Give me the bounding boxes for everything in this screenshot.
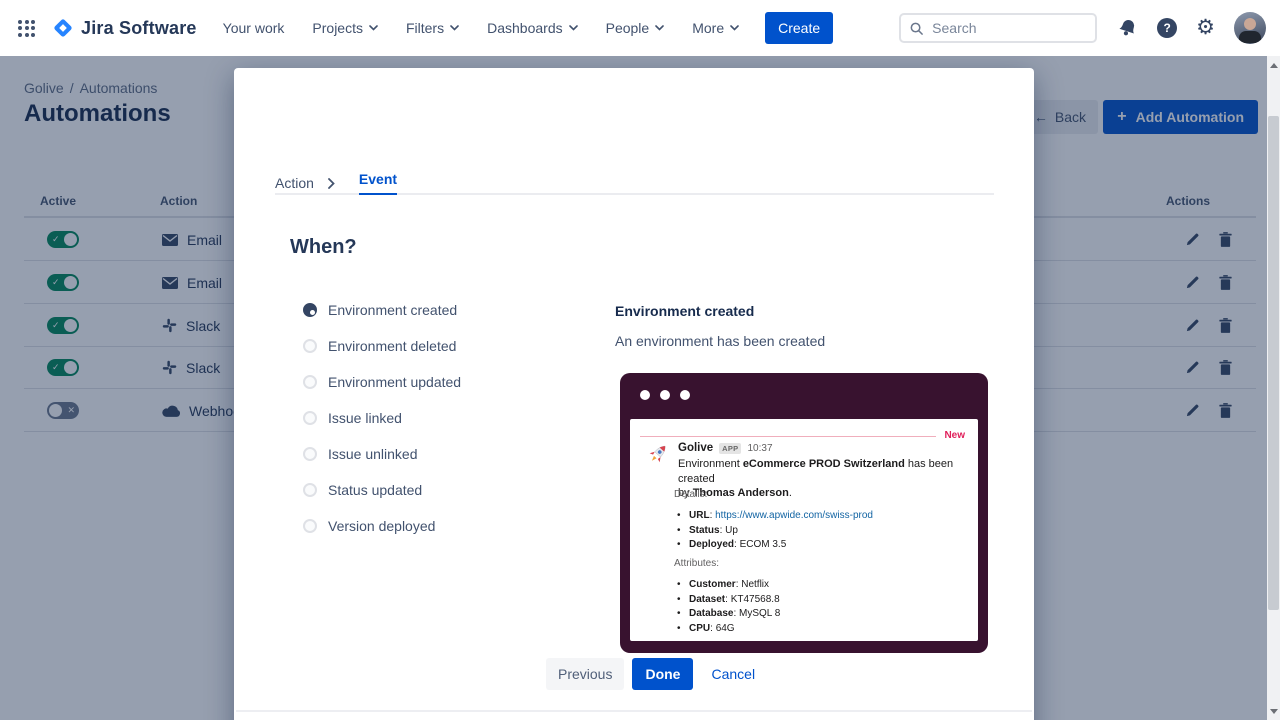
- add-automation-modal: Action Event When? Environment created E…: [234, 68, 1034, 720]
- chevron-down-icon: [450, 25, 459, 31]
- event-title: Environment created: [615, 303, 754, 319]
- list-item: Database: MySQL 8: [677, 607, 780, 622]
- radio-icon[interactable]: [303, 411, 317, 425]
- notifications-icon[interactable]: [1117, 18, 1138, 39]
- chevron-down-icon: [730, 25, 739, 31]
- list-item: Dataset: KT47568.8: [677, 593, 780, 608]
- jira-app: Jira Software Your work Projects Filters…: [0, 0, 1280, 720]
- modal-heading: When?: [290, 236, 357, 259]
- event-options-list: Environment created Environment deleted …: [303, 292, 461, 544]
- wizard-steps: Action Event: [275, 171, 397, 195]
- radio-status-updated[interactable]: Status updated: [303, 472, 461, 508]
- primary-nav: Your work Projects Filters Dashboards Pe…: [223, 20, 739, 36]
- vertical-scrollbar[interactable]: [1267, 56, 1280, 720]
- radio-issue-linked[interactable]: Issue linked: [303, 400, 461, 436]
- jira-diamond-icon: [51, 16, 75, 40]
- environment-url-link[interactable]: https://www.apwide.com/swiss-prod: [715, 510, 873, 521]
- radio-environment-created[interactable]: Environment created: [303, 292, 461, 328]
- chevron-down-icon: [655, 25, 664, 31]
- modal-section-divider: [236, 710, 1032, 712]
- slack-notification-preview: New: [620, 373, 988, 653]
- radio-environment-deleted[interactable]: Environment deleted: [303, 328, 461, 364]
- slack-message-panel: New: [630, 419, 978, 641]
- help-icon[interactable]: ?: [1157, 18, 1177, 38]
- list-item: CPU: 64G: [677, 622, 780, 637]
- top-navigation-bar: Jira Software Your work Projects Filters…: [0, 0, 1280, 56]
- settings-gear-icon[interactable]: ⚙: [1196, 18, 1215, 38]
- radio-icon[interactable]: [303, 339, 317, 353]
- attributes-section-label: Attributes:: [674, 558, 719, 569]
- event-description: An environment has been created: [615, 333, 825, 349]
- attributes-list: Customer: Netflix Dataset: KT47568.8 Dat…: [677, 578, 780, 636]
- nav-more[interactable]: More: [692, 20, 739, 36]
- list-item: URL: https://www.apwide.com/swiss-prod: [677, 509, 873, 524]
- list-item: Deployed: ECOM 3.5: [677, 538, 873, 553]
- nav-your-work[interactable]: Your work: [223, 20, 285, 36]
- chevron-down-icon: [369, 25, 378, 31]
- window-control-dots: [640, 390, 690, 400]
- details-list: URL: https://www.apwide.com/swiss-prod S…: [677, 509, 873, 553]
- radio-environment-updated[interactable]: Environment updated: [303, 364, 461, 400]
- message-text: Environment eCommerce PROD Switzerland h…: [678, 457, 980, 501]
- step-action[interactable]: Action: [275, 175, 314, 191]
- modal-footer: Previous Done Cancel: [546, 658, 765, 690]
- app-title: Jira Software: [81, 18, 197, 39]
- done-button[interactable]: Done: [632, 658, 693, 690]
- app-badge: APP: [719, 443, 741, 454]
- app-switcher-icon[interactable]: [18, 20, 35, 37]
- scrollbar-up-arrow[interactable]: [1270, 63, 1278, 68]
- chevron-down-icon: [569, 25, 578, 31]
- message-header: Golive APP 10:37: [678, 442, 773, 454]
- list-item: Status: Up: [677, 524, 873, 539]
- create-button[interactable]: Create: [765, 12, 833, 44]
- step-event[interactable]: Event: [359, 171, 397, 195]
- sender-name: Golive: [678, 442, 713, 454]
- radio-version-deployed[interactable]: Version deployed: [303, 508, 461, 544]
- previous-button[interactable]: Previous: [546, 658, 624, 690]
- nav-filters[interactable]: Filters: [406, 20, 459, 36]
- new-messages-divider: [640, 436, 936, 437]
- search-icon: [909, 21, 924, 36]
- nav-people[interactable]: People: [606, 20, 665, 36]
- scrollbar-thumb[interactable]: [1268, 116, 1279, 610]
- cancel-button[interactable]: Cancel: [701, 658, 765, 690]
- nav-dashboards[interactable]: Dashboards: [487, 20, 578, 36]
- radio-icon[interactable]: [303, 519, 317, 533]
- radio-icon[interactable]: [303, 447, 317, 461]
- list-item: Customer: Netflix: [677, 578, 780, 593]
- chevron-right-icon: [328, 178, 335, 189]
- search-box[interactable]: [899, 13, 1097, 43]
- radio-issue-unlinked[interactable]: Issue unlinked: [303, 436, 461, 472]
- radio-selected-icon[interactable]: [303, 303, 317, 317]
- new-label: New: [944, 430, 965, 441]
- rocket-icon: [645, 441, 671, 467]
- nav-projects[interactable]: Projects: [312, 20, 378, 36]
- user-avatar[interactable]: [1234, 12, 1266, 44]
- timestamp: 10:37: [747, 443, 772, 454]
- jira-logo[interactable]: Jira Software: [51, 16, 197, 40]
- scrollbar-down-arrow[interactable]: [1270, 709, 1278, 714]
- search-input[interactable]: [932, 20, 1072, 36]
- radio-icon[interactable]: [303, 483, 317, 497]
- details-section-label: Details:: [674, 489, 707, 500]
- radio-icon[interactable]: [303, 375, 317, 389]
